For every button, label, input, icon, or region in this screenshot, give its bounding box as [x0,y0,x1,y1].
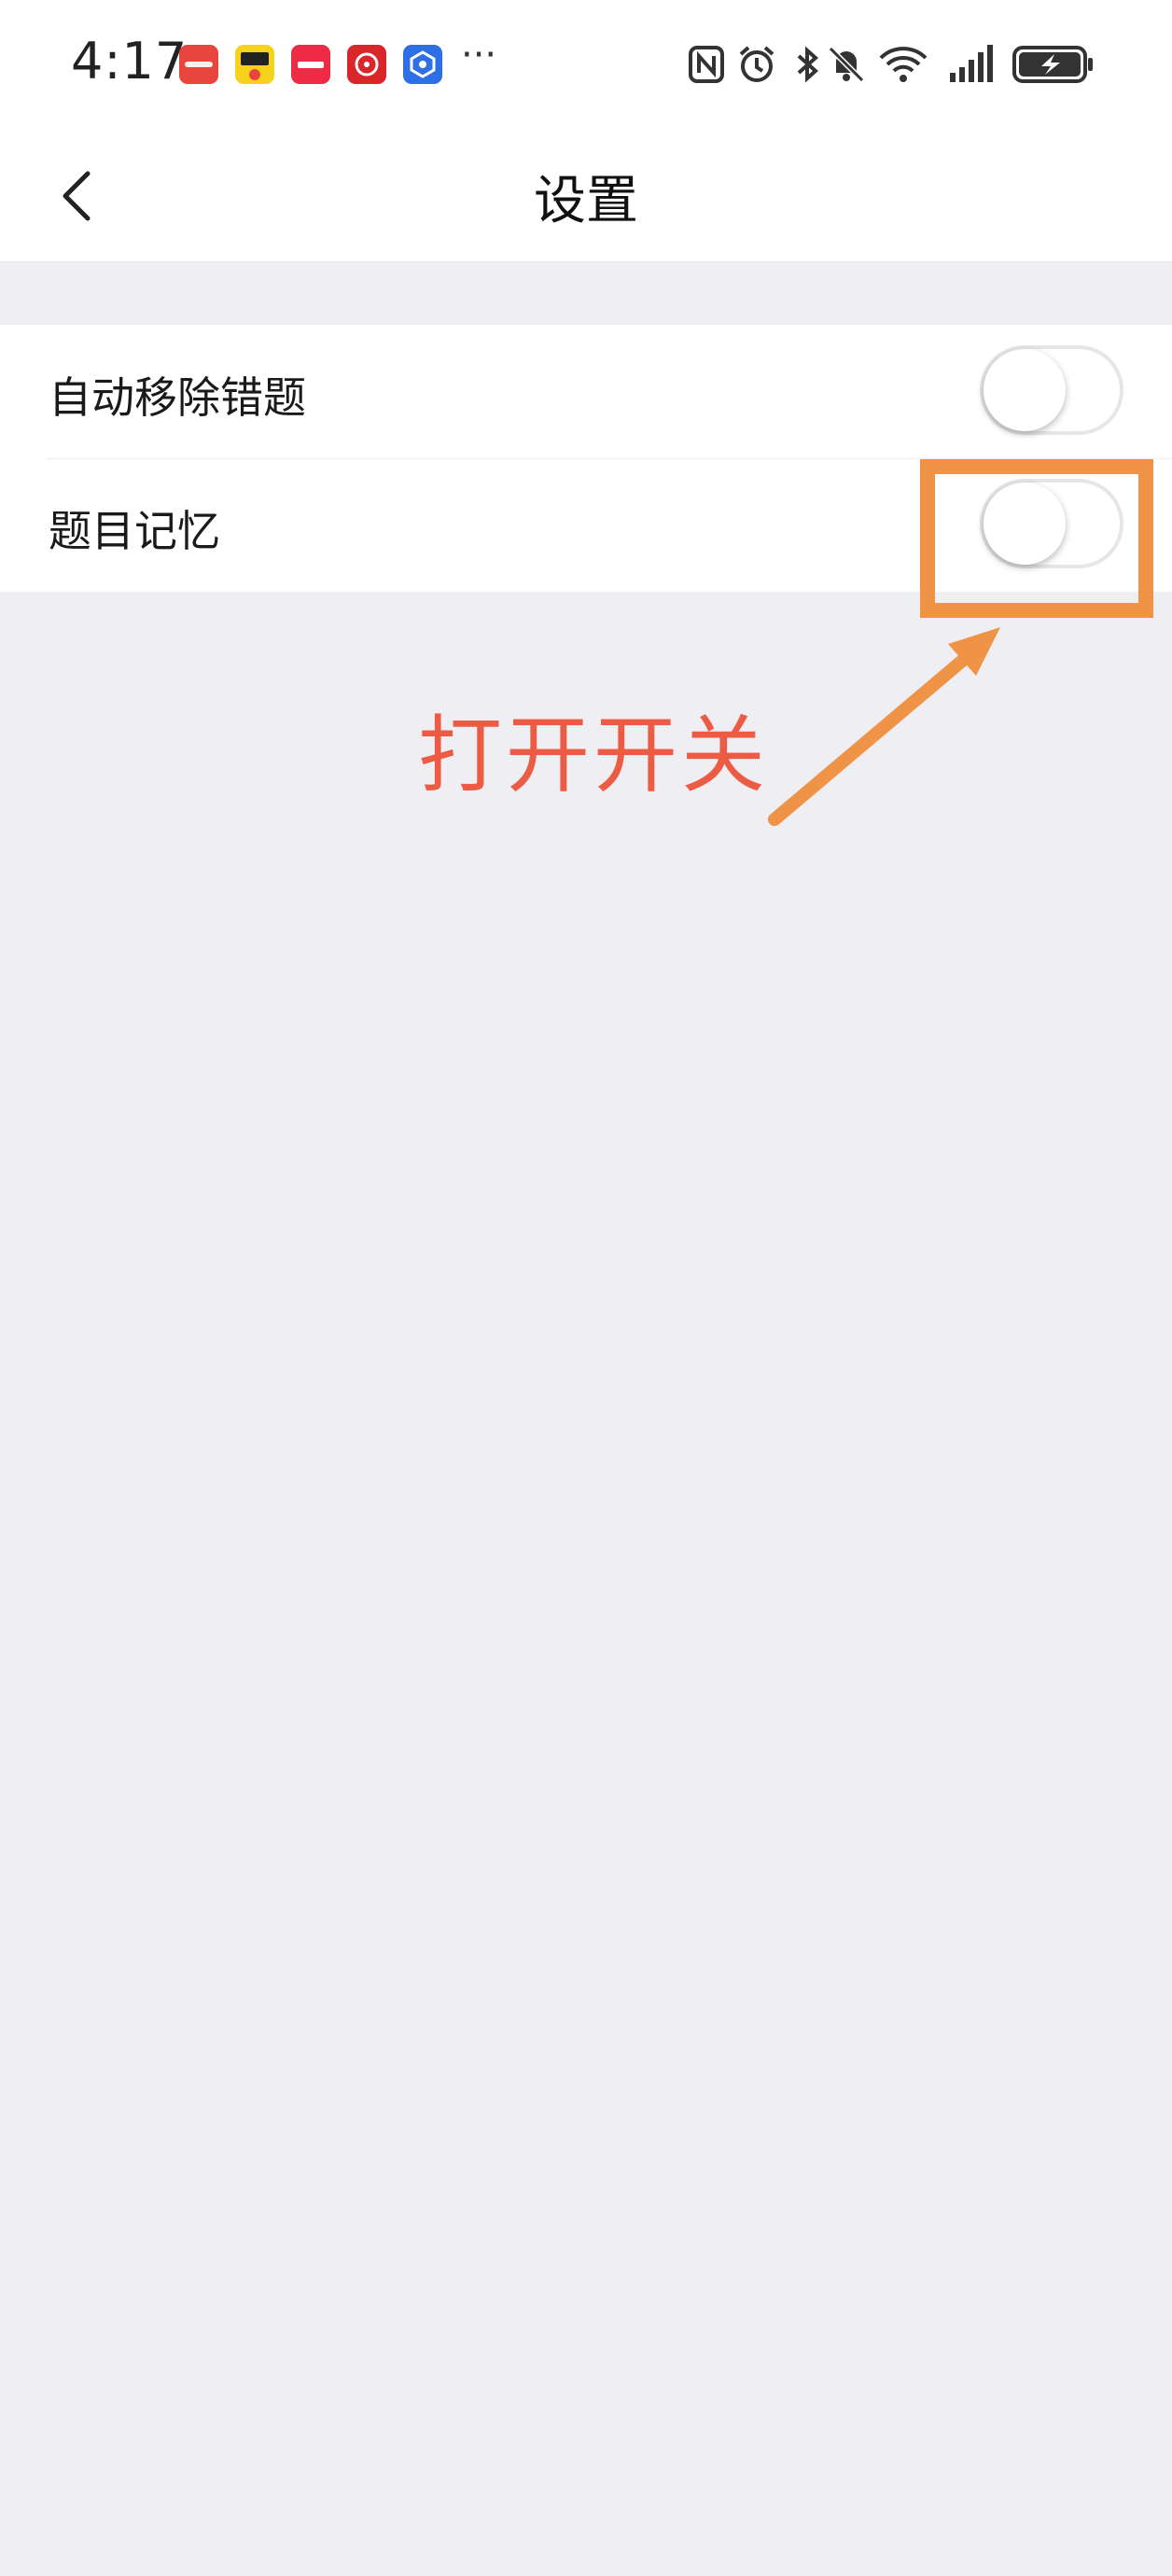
signal-icon [950,45,993,82]
setting-label: 自动移除错题 [49,372,306,423]
nfc-icon [689,46,724,83]
auto-remove-wrong-toggle[interactable] [980,345,1123,435]
status-bar: 4:17 ··· [0,0,1172,131]
bluetooth-icon [797,46,819,83]
status-time: 4:17 [71,32,188,91]
red-flower-app-icon [347,45,386,84]
xiaohongshu-icon [291,45,330,84]
toggle-knob [984,349,1066,431]
yellow-app-icon [235,45,274,84]
wifi-icon [879,47,928,82]
annotation-text: 打开开关 [418,707,769,805]
more-notifications-icon: ··· [461,34,497,77]
blue-app-icon [403,45,442,84]
mute-bell-icon [828,46,865,83]
page-title: 设置 [534,171,638,231]
huawei-appgallery-icon [179,45,218,84]
setting-label: 题目记忆 [49,506,220,556]
annotation-highlight-box [920,459,1153,618]
nav-bar: 设置 [0,131,1172,262]
alarm-icon [739,46,774,82]
battery-charging-icon [1012,46,1093,83]
setting-row-auto-remove-wrong: 自动移除错题 [0,325,1172,458]
